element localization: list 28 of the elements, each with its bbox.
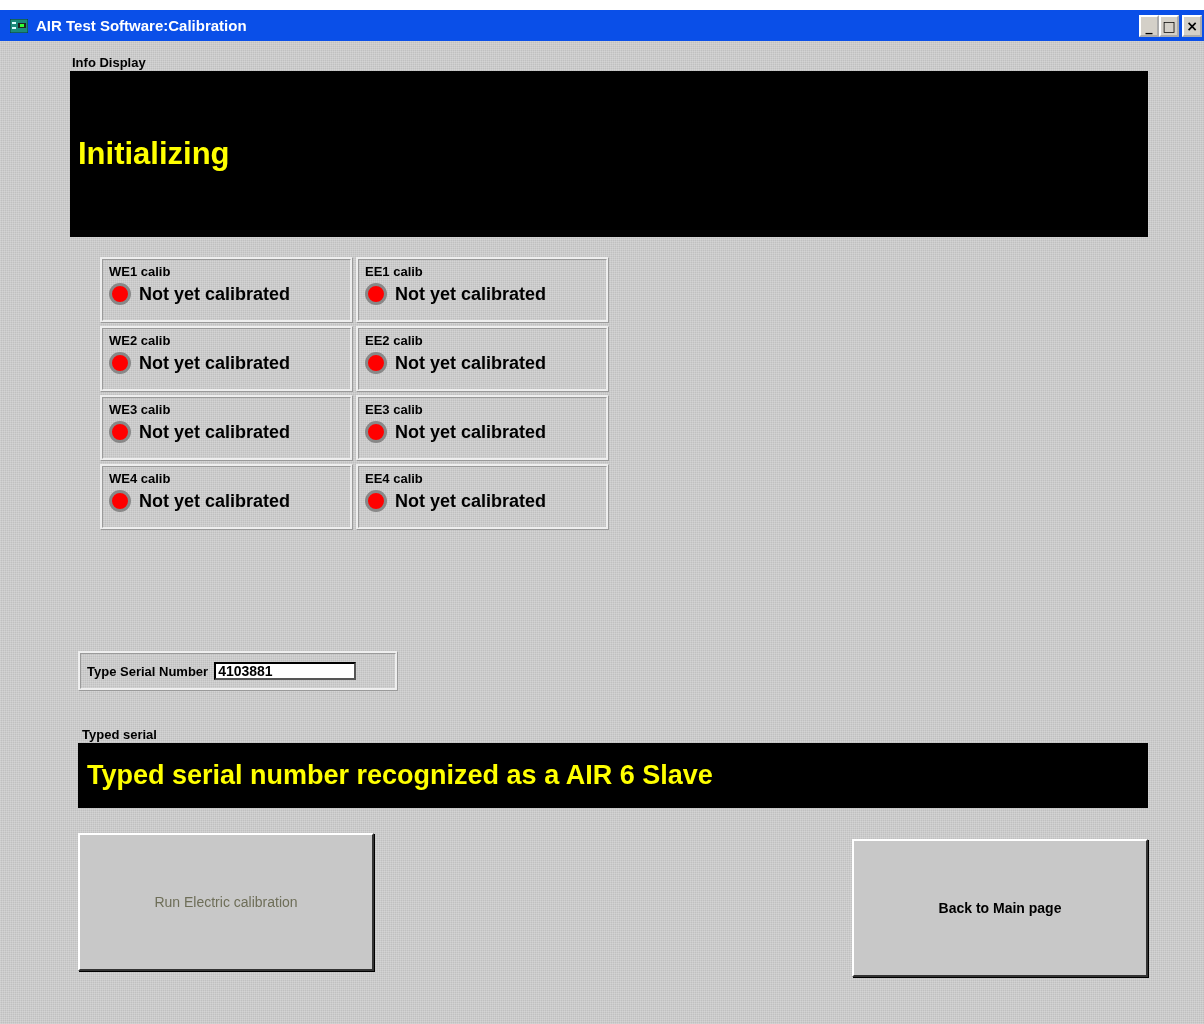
app-icon: [10, 18, 28, 33]
maximize-button[interactable]: □: [1159, 14, 1179, 37]
serial-input[interactable]: 4103881: [214, 662, 357, 680]
calibration-label: WE4 calib: [109, 471, 172, 486]
info-display-label: Info Display: [71, 55, 147, 71]
calibration-status: Not yet calibrated: [139, 421, 291, 443]
calibration-label: EE3 calib: [365, 402, 424, 417]
calibration-status: Not yet calibrated: [395, 352, 547, 374]
minimize-button[interactable]: _: [1139, 14, 1159, 37]
window-title: AIR Test Software:Calibration: [36, 17, 247, 34]
calibration-label: WE3 calib: [109, 402, 172, 417]
calibration-label: EE4 calib: [365, 471, 424, 486]
calibration-status: Not yet calibrated: [395, 490, 547, 512]
calibration-status: Not yet calibrated: [395, 283, 547, 305]
info-message: Initializing: [78, 136, 230, 172]
typed-serial-label: Typed serial: [81, 727, 158, 743]
calibration-label: WE2 calib: [109, 333, 172, 348]
calibration-status: Not yet calibrated: [139, 490, 291, 512]
back-button[interactable]: Back to Main page: [852, 839, 1148, 977]
calibration-status: Not yet calibrated: [395, 421, 547, 443]
close-button[interactable]: ×: [1182, 14, 1202, 37]
calibration-status: Not yet calibrated: [139, 283, 291, 305]
calibration-label: EE1 calib: [365, 264, 424, 279]
calibration-label: WE1 calib: [109, 264, 172, 279]
typed-serial-message: Typed serial number recognized as a AIR 6 Slave: [87, 760, 713, 791]
calibration-status: Not yet calibrated: [139, 352, 291, 374]
serial-label: Type Serial Number: [87, 663, 209, 679]
calibration-label: EE2 calib: [365, 333, 424, 348]
